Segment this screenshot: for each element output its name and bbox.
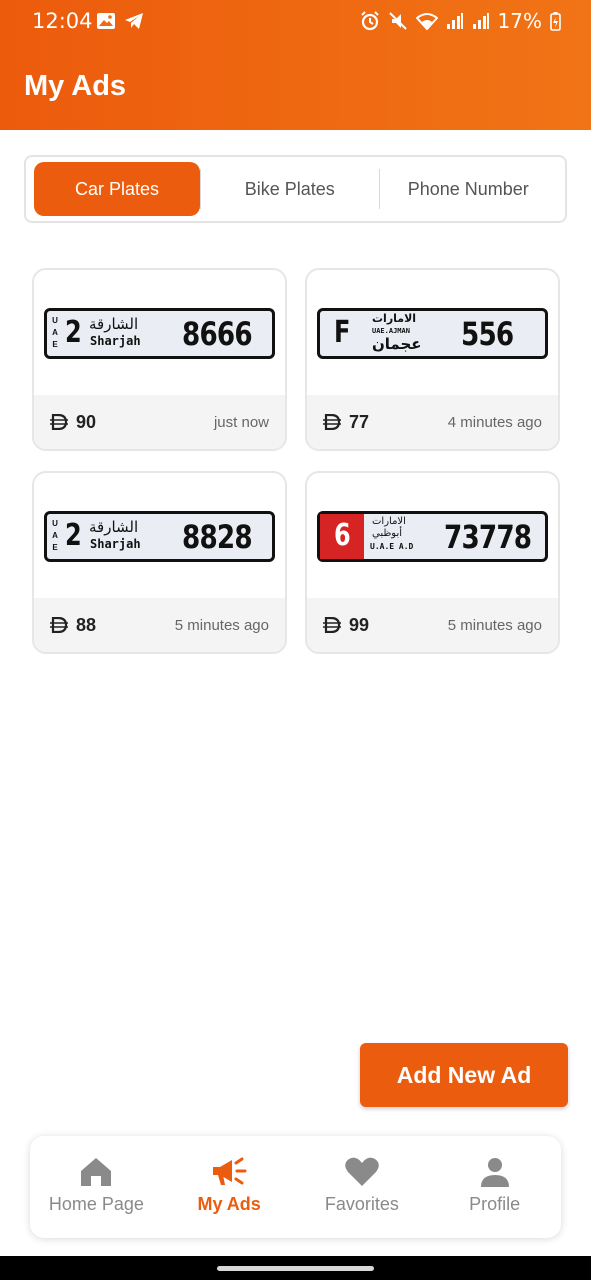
plate-emirate-ar: الشارقة: [89, 315, 139, 333]
dirham-icon: [323, 617, 341, 633]
battery-charging-icon: [550, 12, 561, 31]
plate-code: 2: [65, 518, 82, 553]
plate-uae-letter: U: [52, 316, 58, 325]
nav-item-my-ads[interactable]: My Ads: [163, 1136, 296, 1238]
page-title: My Ads: [24, 70, 127, 102]
plate-emirate-en: Sharjah: [90, 334, 141, 348]
plate-code: F: [334, 315, 351, 350]
card-footer: 88 5 minutes ago: [34, 598, 285, 652]
plate-uae-letter: A: [52, 531, 58, 540]
signal-icon: [472, 13, 489, 29]
wifi-icon: [415, 13, 438, 30]
person-icon: [480, 1158, 509, 1187]
nav-item-home[interactable]: Home Page: [30, 1136, 163, 1238]
plate-code: 2: [65, 315, 82, 350]
price: 88: [50, 615, 96, 636]
plate-number: 73778: [444, 518, 532, 556]
plate-emirate-ar-top: الامارات: [372, 516, 406, 527]
posted-time: 5 minutes ago: [447, 616, 542, 634]
plate-image: U A E 2 الشارقة Sharjah 8666: [44, 308, 275, 359]
price-value: 90: [76, 411, 97, 432]
dirham-icon: [323, 414, 341, 430]
plate-uae-label: U A E: [51, 315, 59, 351]
price: 77: [323, 412, 369, 433]
plate-number: 8828: [182, 518, 253, 556]
plate-emirate-ar: عجمان: [372, 335, 422, 353]
plate-uae-letter: U: [52, 519, 58, 528]
plate-uae-letter: E: [52, 340, 58, 349]
status-time: 12:04: [32, 9, 93, 33]
posted-time: 5 minutes ago: [174, 616, 269, 634]
signal-icon: [446, 13, 463, 29]
tab-phone-number[interactable]: Phone Number: [380, 162, 558, 216]
home-indicator[interactable]: [217, 1266, 374, 1271]
price-value: 88: [76, 614, 97, 635]
alarm-icon: [360, 11, 379, 31]
status-bar: 12:04 17%: [0, 0, 591, 44]
ad-card[interactable]: U A E 2 الشارقة Sharjah 8828 88 5 minute…: [32, 471, 287, 654]
plate-image: 6 الامارات أبوظبي U.A.E A.D 73778: [317, 511, 548, 562]
megaphone-icon: [213, 1157, 247, 1185]
ad-card[interactable]: F الامارات UAE.AJMAN عجمان 556 77 4 minu…: [305, 268, 560, 451]
ad-card[interactable]: U A E 2 الشارقة Sharjah 8666 90 just now: [32, 268, 287, 451]
nav-item-profile[interactable]: Profile: [428, 1136, 561, 1238]
price: 90: [50, 412, 96, 433]
plate-image: U A E 2 الشارقة Sharjah 8828: [44, 511, 275, 562]
nav-label: My Ads: [197, 1194, 261, 1214]
battery-percent: 17%: [497, 9, 542, 33]
status-left-icons: [96, 12, 144, 30]
nav-item-favorites[interactable]: Favorites: [296, 1136, 429, 1238]
screen: 12:04 17% My Ads Car Plates Bike Plates …: [0, 0, 591, 1280]
gallery-icon: [97, 13, 115, 29]
tab-bike-plates[interactable]: Bike Plates: [201, 162, 379, 216]
price-value: 99: [349, 614, 370, 635]
plate-uae-label: U A E: [51, 518, 59, 554]
category-tabs: Car Plates Bike Plates Phone Number: [24, 155, 567, 223]
plate-number: 556: [461, 315, 514, 353]
posted-time: 4 minutes ago: [447, 413, 542, 431]
bottom-navigation: Home Page My Ads Favorites Profile: [30, 1136, 561, 1238]
home-icon: [81, 1158, 112, 1186]
plate-emirate-en: U.A.E A.D: [370, 542, 414, 551]
dirham-icon: [50, 617, 68, 633]
telegram-icon: [125, 13, 143, 29]
card-footer: 90 just now: [34, 395, 285, 449]
nav-label: Profile: [469, 1194, 521, 1214]
add-new-ad-button[interactable]: Add New Ad: [360, 1043, 568, 1107]
heart-icon: [345, 1157, 379, 1186]
card-footer: 77 4 minutes ago: [307, 395, 558, 449]
price: 99: [323, 615, 369, 636]
app-header: 12:04 17% My Ads: [0, 0, 591, 130]
mute-icon: [388, 12, 407, 30]
tab-car-plates[interactable]: Car Plates: [34, 162, 200, 216]
plate-emirate-ar: أبوظبي: [372, 528, 403, 539]
plate-emirate-ar: الشارقة: [89, 518, 139, 536]
nav-label: Home Page: [48, 1194, 144, 1214]
plate-code: 6: [334, 518, 351, 553]
dirham-icon: [50, 414, 68, 430]
nav-label: Favorites: [324, 1194, 399, 1214]
posted-time: just now: [213, 413, 269, 431]
plate-emirate-ar-top: الامارات: [372, 312, 417, 325]
card-footer: 99 5 minutes ago: [307, 598, 558, 652]
ad-card[interactable]: 6 الامارات أبوظبي U.A.E A.D 73778 99 5 m…: [305, 471, 560, 654]
status-right: 17%: [360, 9, 561, 33]
plate-image: F الامارات UAE.AJMAN عجمان 556: [317, 308, 548, 359]
plate-uae-letter: E: [52, 543, 58, 552]
plate-emirate-en: UAE.AJMAN: [372, 327, 410, 335]
plate-emirate-en: Sharjah: [90, 537, 141, 551]
price-value: 77: [349, 411, 370, 432]
plate-number: 8666: [182, 315, 253, 353]
plate-uae-letter: A: [52, 328, 58, 337]
